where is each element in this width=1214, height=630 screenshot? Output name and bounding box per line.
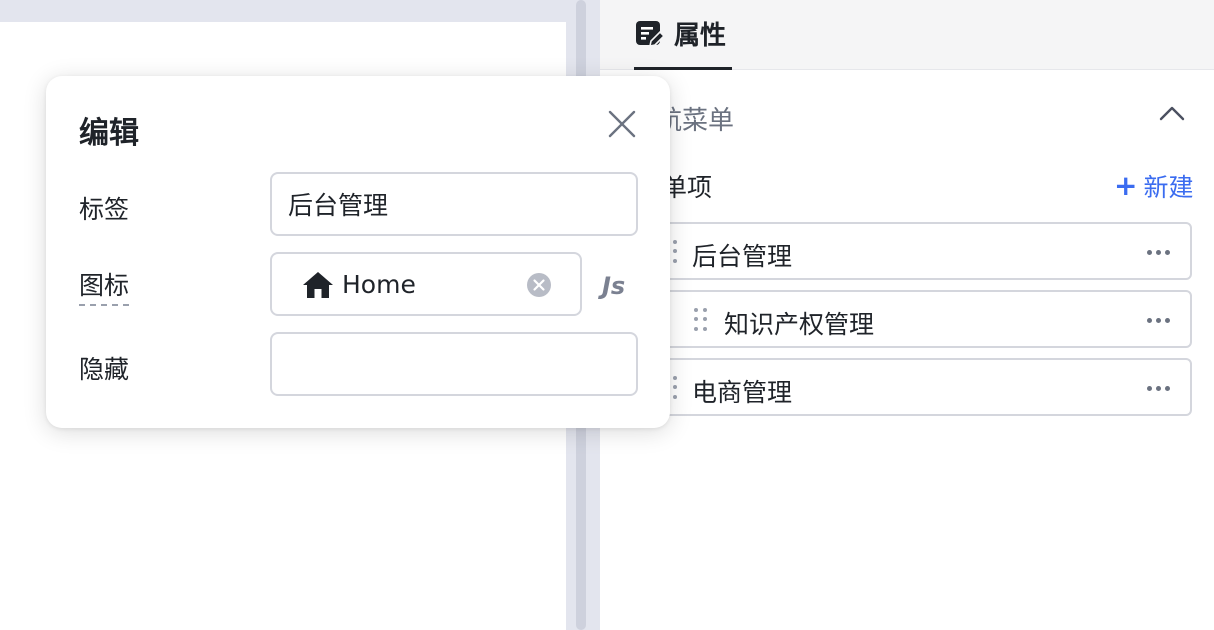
menu-item[interactable]: 知识产权管理	[656, 290, 1192, 348]
chevron-up-icon[interactable]	[1158, 104, 1186, 126]
home-icon	[302, 270, 334, 304]
hidden-input[interactable]	[272, 334, 636, 394]
more-icon[interactable]	[1147, 250, 1170, 255]
js-toggle[interactable]: Js	[602, 272, 625, 300]
edit-popup: 编辑 标签 图标 Home Js 隐藏	[46, 76, 670, 428]
icon-select[interactable]: Home	[270, 252, 582, 316]
more-icon[interactable]	[1147, 386, 1170, 391]
new-button-label: 新建	[1143, 173, 1194, 202]
icon-value: Home	[342, 270, 416, 299]
tab-properties[interactable]: 属性	[634, 0, 732, 70]
menu-item-label: 知识产权管理	[724, 310, 875, 339]
drag-handle-icon[interactable]	[694, 308, 708, 332]
tab-label: 属性	[674, 21, 727, 51]
menu-item[interactable]: 电商管理	[656, 358, 1192, 416]
properties-panel: 属性 航菜单 单项 + 新建 后台管理 知识产权管理 电商管理	[600, 0, 1214, 630]
menu-item-label: 电商管理	[692, 378, 793, 407]
clear-icon[interactable]	[526, 272, 552, 302]
label-field[interactable]	[270, 172, 638, 236]
popup-title: 编辑	[79, 116, 139, 151]
label-input[interactable]	[272, 174, 636, 234]
panel-header: 属性	[600, 0, 1214, 70]
icon-field-label: 图标	[79, 266, 130, 306]
plus-icon: +	[1114, 169, 1138, 202]
more-icon[interactable]	[1147, 318, 1170, 323]
hidden-field-label: 隐藏	[79, 355, 130, 384]
close-icon[interactable]	[606, 108, 638, 144]
edit-note-icon	[634, 19, 664, 49]
new-menu-item-button[interactable]: + 新建	[1114, 168, 1193, 204]
hidden-field[interactable]	[270, 332, 638, 396]
menu-item-label: 后台管理	[692, 242, 793, 271]
label-field-label: 标签	[79, 195, 130, 224]
menu-item[interactable]: 后台管理	[656, 222, 1192, 280]
